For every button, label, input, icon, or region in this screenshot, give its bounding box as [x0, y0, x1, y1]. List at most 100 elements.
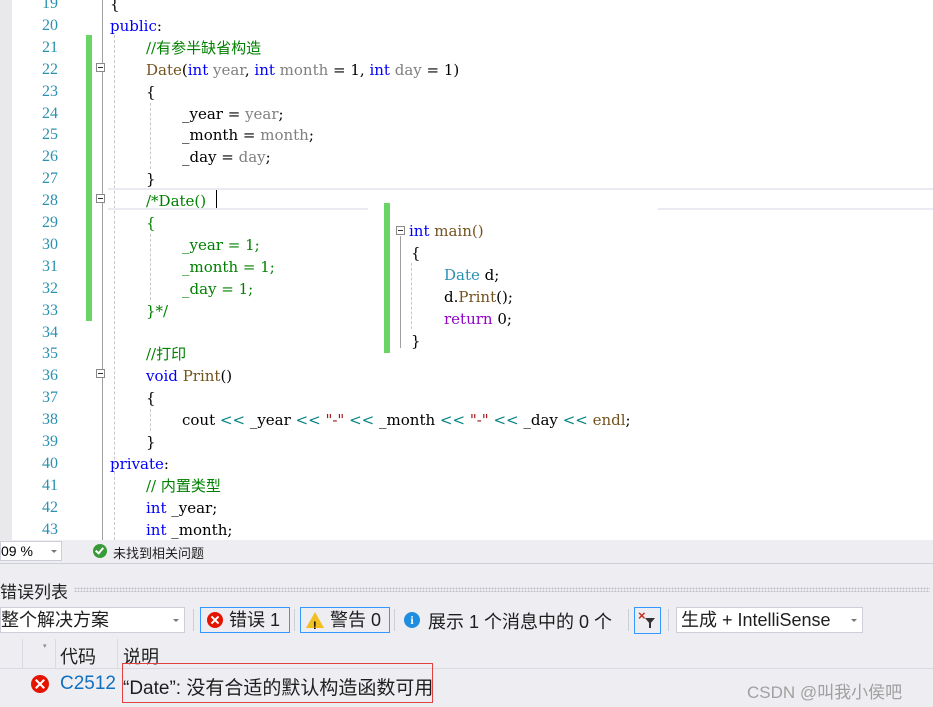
- code-line[interactable]: 20 public:: [0, 15, 933, 37]
- code-line[interactable]: 25 _month = month;: [0, 124, 933, 146]
- panel-drag-handle[interactable]: [74, 587, 930, 592]
- indent-guide: [150, 103, 151, 169]
- clear-filter-button[interactable]: ×: [634, 607, 661, 634]
- errors-filter-button[interactable]: 错误 1: [200, 607, 290, 633]
- code-line[interactable]: 37 {: [0, 387, 933, 409]
- collapse-icon[interactable]: [96, 194, 105, 203]
- code-token: //有参半缺省构造: [146, 38, 262, 57]
- line-number: 21: [42, 38, 58, 56]
- toolbar-separator: [628, 609, 629, 631]
- code-text: _year = 1;: [182, 234, 260, 256]
- watermark: CSDN @叫我小侯吧: [747, 683, 903, 702]
- line-number: 19: [42, 0, 58, 12]
- line-number: 25: [42, 126, 58, 144]
- code-line[interactable]: 22 Date(int year, int month = 1, int day …: [0, 59, 933, 81]
- code-text: return 0;: [444, 308, 512, 330]
- code-token: "-": [325, 411, 345, 430]
- column-separator[interactable]: [117, 639, 118, 668]
- sort-icon[interactable]: ▾: [43, 642, 47, 650]
- code-token: <<: [290, 411, 326, 430]
- column-separator[interactable]: [55, 639, 56, 668]
- collapse-icon[interactable]: [96, 63, 105, 72]
- current-line-highlight: [108, 188, 933, 190]
- build-source-dropdown[interactable]: 生成 + IntelliSense: [676, 607, 863, 633]
- line-number: 38: [42, 411, 58, 429]
- code-line: {: [384, 242, 584, 264]
- code-line[interactable]: 40 private:: [0, 453, 933, 475]
- code-text: private:: [110, 453, 169, 475]
- code-token: int: [146, 520, 167, 539]
- code-line[interactable]: 39}: [0, 431, 933, 453]
- code-token: _day: [523, 411, 558, 430]
- line-number: 34: [42, 323, 58, 341]
- line-number: 27: [42, 170, 58, 188]
- code-text: int main(): [409, 220, 484, 242]
- errors-label: 错误 1: [229, 610, 281, 630]
- code-text: int _month;: [146, 519, 232, 540]
- code-line[interactable]: 23 {: [0, 81, 933, 103]
- error-code-link[interactable]: C2512: [60, 673, 116, 695]
- code-text: }: [411, 330, 421, 352]
- code-text: {: [146, 212, 156, 234]
- scope-dropdown[interactable]: 整个解决方案: [0, 607, 185, 633]
- code-text: //打印: [146, 343, 186, 365]
- code-token: Date: [146, 60, 182, 79]
- column-header-code[interactable]: 代码: [60, 643, 96, 669]
- code-line[interactable]: 42 int _year;: [0, 497, 933, 519]
- code-token: _month = 1;: [182, 257, 275, 276]
- code-line[interactable]: 36 void Print(): [0, 365, 933, 387]
- column-separator[interactable]: [22, 639, 23, 668]
- code-token: <<: [557, 411, 593, 430]
- code-token: Print: [458, 288, 497, 306]
- warnings-filter-button[interactable]: 警告 0: [300, 607, 390, 638]
- collapse-icon[interactable]: [96, 369, 105, 378]
- code-text: }*/: [146, 300, 168, 322]
- code-line[interactable]: 26 _day = day;: [0, 146, 933, 168]
- code-text: void Print(): [146, 365, 232, 387]
- zoom-level-dropdown[interactable]: 09 %: [0, 541, 62, 561]
- code-token: {: [411, 244, 421, 262]
- code-token: = 1,: [328, 60, 370, 79]
- line-number: 41: [42, 476, 58, 494]
- code-line[interactable]: 21 //有参半缺省构造: [0, 37, 933, 59]
- code-line[interactable]: 41 // 内置类型: [0, 475, 933, 497]
- info-icon[interactable]: i: [404, 612, 420, 628]
- line-number: 24: [42, 104, 58, 122]
- messages-filter-label[interactable]: 展示 1 个消息中的 0 个: [428, 608, 612, 634]
- code-text: {: [146, 81, 156, 103]
- code-line[interactable]: 19 {: [0, 0, 933, 15]
- code-token: _year = 1;: [182, 235, 260, 254]
- code-line: int main(): [384, 220, 584, 242]
- build-source-value: 生成 + IntelliSense: [681, 610, 831, 630]
- line-number: 29: [42, 214, 58, 231]
- code-token: <<: [344, 411, 380, 430]
- code-token: _month;: [166, 520, 233, 539]
- code-line[interactable]: 27}: [0, 168, 933, 190]
- code-line[interactable]: 24 _year = year;: [0, 103, 933, 125]
- code-token: _month: [182, 126, 239, 145]
- indent-guide: [150, 234, 151, 300]
- code-token: Print: [182, 367, 221, 386]
- code-token: month: [279, 60, 329, 79]
- line-number: 23: [42, 82, 58, 100]
- code-text: {: [411, 242, 421, 264]
- code-token: 0;: [492, 310, 512, 328]
- line-number: 26: [42, 148, 58, 166]
- line-number: 42: [42, 498, 58, 516]
- code-token: {: [146, 389, 156, 408]
- code-token: _year: [249, 411, 291, 430]
- code-text: d.Print();: [444, 286, 513, 308]
- code-token: _month: [379, 411, 436, 430]
- code-token: // 内置类型: [146, 476, 221, 495]
- code-line: }: [384, 330, 584, 352]
- code-editor[interactable]: 19 {20 public: 21 //有参半缺省构造 22 Date(int year, …: [0, 0, 933, 540]
- code-line[interactable]: 43 int _month;: [0, 519, 933, 540]
- code-token: }: [411, 332, 421, 350]
- chevron-down-icon: [51, 550, 57, 553]
- line-number: 37: [42, 389, 58, 407]
- code-token: year: [245, 104, 279, 123]
- code-line: return 0;: [384, 308, 584, 330]
- code-line[interactable]: 38 cout << _year << "-" << _month << "-" …: [0, 409, 933, 431]
- code-token: =: [216, 148, 239, 167]
- code-text: {: [110, 0, 120, 15]
